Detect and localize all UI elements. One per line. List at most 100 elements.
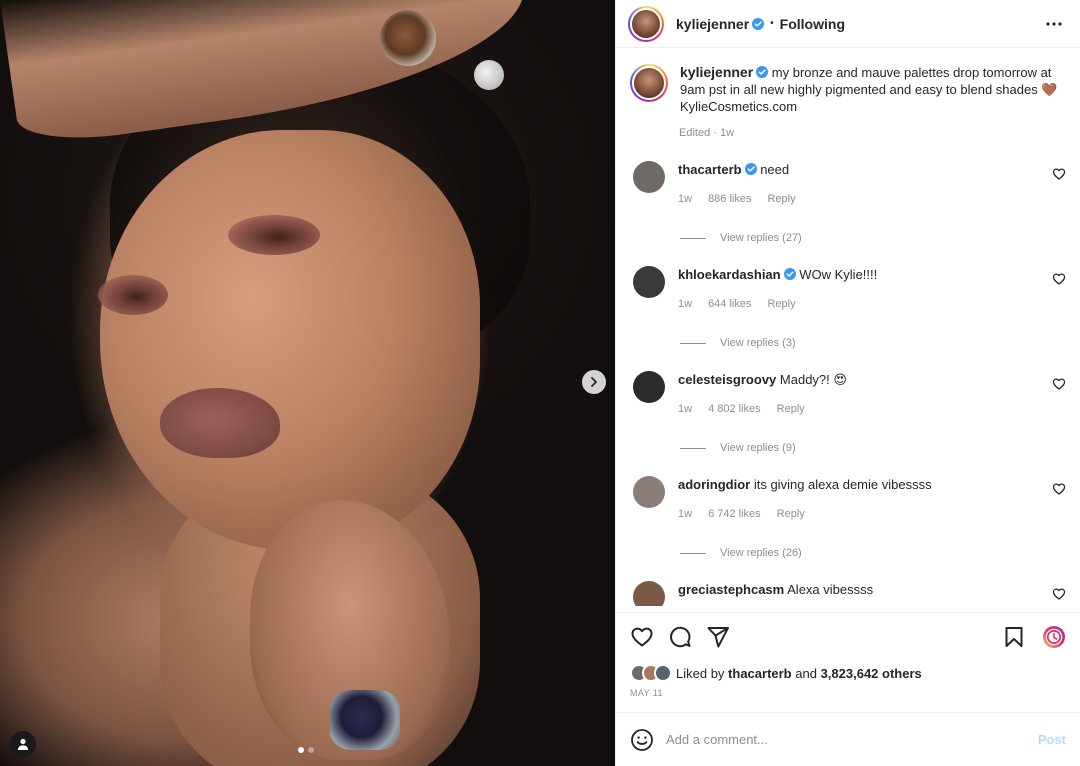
- liked-by-others[interactable]: 3,823,642 others: [821, 666, 922, 681]
- view-replies-label: View replies (27): [720, 232, 802, 244]
- more-options-button[interactable]: [1042, 12, 1066, 36]
- comment-heart-icon[interactable]: [1052, 167, 1066, 181]
- liked-by-prefix: Liked by: [676, 665, 725, 681]
- comment: adoringdior its giving alexa demie vibes…: [630, 476, 1066, 523]
- comment-time[interactable]: 1w: [678, 506, 692, 523]
- author-username-group: kyliejenner: [676, 16, 765, 32]
- view-replies-button[interactable]: View replies (26): [680, 547, 1066, 559]
- comment-body: greciastephcasm Alexa vibessss: [678, 581, 873, 606]
- post-sidebar: kyliejenner • Following kyliejenner my b…: [615, 0, 1080, 766]
- photo-eye-left: [98, 275, 168, 315]
- comment-input[interactable]: [666, 732, 1038, 747]
- caption-username[interactable]: kyliejenner: [680, 64, 753, 80]
- photo-eye-right: [228, 215, 320, 255]
- comment-text: its giving alexa demie vibessss: [753, 477, 932, 492]
- carousel-dot: [308, 747, 314, 753]
- user-tag-icon: [17, 738, 29, 750]
- caption-text-block: kyliejenner my bronze and mauve palettes…: [680, 64, 1060, 115]
- commenter-username[interactable]: adoringdior: [678, 477, 750, 492]
- comment-container: thacarterb need 1w 886 likes Reply View repl…: [630, 161, 1066, 606]
- comment-likes[interactable]: 644 likes: [708, 296, 751, 313]
- liker-avatars[interactable]: [630, 664, 672, 682]
- liked-by-and: and: [795, 665, 817, 681]
- caption-meta: Edited · 1w: [679, 127, 735, 139]
- chevron-right-icon: [591, 377, 597, 387]
- comment-time[interactable]: 1w: [678, 296, 692, 313]
- post-date[interactable]: MAY 11: [616, 686, 1080, 706]
- comment: khloekardashian WOw Kylie!!!! 1w 644 likes…: [630, 266, 1066, 313]
- reply-button[interactable]: Reply: [777, 506, 805, 523]
- comments-list[interactable]: kyliejenner my bronze and mauve palettes…: [616, 48, 1080, 606]
- more-horizontal-icon: [1046, 21, 1062, 26]
- commenter-username[interactable]: thacarterb: [678, 162, 742, 177]
- post-header: kyliejenner • Following: [616, 0, 1080, 48]
- following-button[interactable]: Following: [780, 16, 845, 32]
- heart-icon[interactable]: [630, 625, 654, 649]
- view-replies-label: View replies (26): [720, 547, 802, 559]
- bookmark-icon[interactable]: [1002, 625, 1026, 649]
- post-caption: kyliejenner my bronze and mauve palettes…: [630, 64, 1066, 115]
- commenter-avatar[interactable]: [633, 161, 665, 193]
- reply-button[interactable]: Reply: [767, 296, 795, 313]
- commenter-username[interactable]: celesteisgroovy: [678, 372, 776, 387]
- comment-body: celesteisgroovy Maddy?! 😍 1w 4 802 likes Re…: [678, 371, 847, 418]
- carousel-indicator: [298, 747, 314, 753]
- commenter-avatar[interactable]: [633, 476, 665, 508]
- comment-heart-icon[interactable]: [1052, 482, 1066, 496]
- view-replies-button[interactable]: View replies (9): [680, 442, 1066, 454]
- verified-badge-icon: [756, 66, 769, 78]
- instagram-post: kyliejenner • Following kyliejenner my b…: [0, 0, 1080, 766]
- post-photo[interactable]: [0, 0, 615, 766]
- commenter-avatar[interactable]: [633, 371, 665, 403]
- photo-ring-pearl: [474, 60, 504, 90]
- comment-text: WOw Kylie!!!!: [799, 267, 878, 282]
- comment-likes[interactable]: 886 likes: [708, 191, 751, 208]
- comment-time[interactable]: 1w: [678, 401, 692, 418]
- comment: thacarterb need 1w 886 likes Reply: [630, 161, 1066, 208]
- smiley-icon[interactable]: [630, 728, 654, 752]
- reply-button[interactable]: Reply: [777, 401, 805, 418]
- liker-avatar: [654, 664, 672, 682]
- comment-text: Maddy?! 😍: [779, 372, 847, 387]
- comment-body: thacarterb need 1w 886 likes Reply: [678, 161, 796, 208]
- verified-badge-icon: [752, 17, 765, 30]
- view-replies-button[interactable]: View replies (3): [680, 337, 1066, 349]
- comment-likes[interactable]: 4 802 likes: [708, 401, 761, 418]
- comment-meta: 1w 886 likes Reply: [678, 191, 796, 208]
- verified-badge-icon: [783, 268, 796, 280]
- comment-icon[interactable]: [668, 625, 692, 649]
- reels-icon[interactable]: [1042, 625, 1066, 649]
- author-username[interactable]: kyliejenner: [676, 16, 749, 32]
- comment-heart-icon[interactable]: [1052, 272, 1066, 286]
- likes-summary: Liked by thacarterb and 3,823,642 others: [616, 660, 1080, 686]
- replies-line: [680, 237, 706, 239]
- commenter-username[interactable]: khloekardashian: [678, 267, 781, 282]
- reply-button[interactable]: Reply: [767, 191, 795, 208]
- comment-text: Alexa vibessss: [787, 582, 874, 597]
- comment-body: adoringdior its giving alexa demie vibes…: [678, 476, 932, 523]
- comment: greciastephcasm Alexa vibessss: [630, 581, 1066, 606]
- comment-heart-icon[interactable]: [1052, 587, 1066, 601]
- replies-line: [680, 552, 706, 554]
- tagged-users-button[interactable]: [10, 731, 36, 757]
- view-replies-button[interactable]: View replies (27): [680, 232, 1066, 244]
- comment-heart-icon[interactable]: [1052, 377, 1066, 391]
- author-avatar[interactable]: [628, 5, 664, 42]
- add-comment-bar: Post: [616, 712, 1080, 766]
- carousel-dot-active: [298, 747, 304, 753]
- liked-by-user[interactable]: thacarterb: [728, 666, 792, 681]
- commenter-username[interactable]: greciastephcasm: [678, 582, 784, 597]
- comment-meta: 1w 6 742 likes Reply: [678, 506, 932, 523]
- post-comment-button[interactable]: Post: [1038, 732, 1066, 747]
- comment-block: thacarterb need 1w 886 likes Reply View repl…: [630, 161, 1066, 244]
- comment-time[interactable]: 1w: [678, 191, 692, 208]
- caption-avatar[interactable]: [630, 64, 668, 102]
- comment-block: khloekardashian WOw Kylie!!!! 1w 644 likes…: [630, 266, 1066, 349]
- commenter-avatar[interactable]: [633, 581, 665, 606]
- next-slide-button[interactable]: [582, 370, 606, 394]
- paper-plane-icon[interactable]: [706, 625, 730, 649]
- comment: celesteisgroovy Maddy?! 😍 1w 4 802 likes Re…: [630, 371, 1066, 418]
- commenter-avatar[interactable]: [633, 266, 665, 298]
- comment-likes[interactable]: 6 742 likes: [708, 506, 761, 523]
- photo-ring-topaz: [380, 10, 436, 66]
